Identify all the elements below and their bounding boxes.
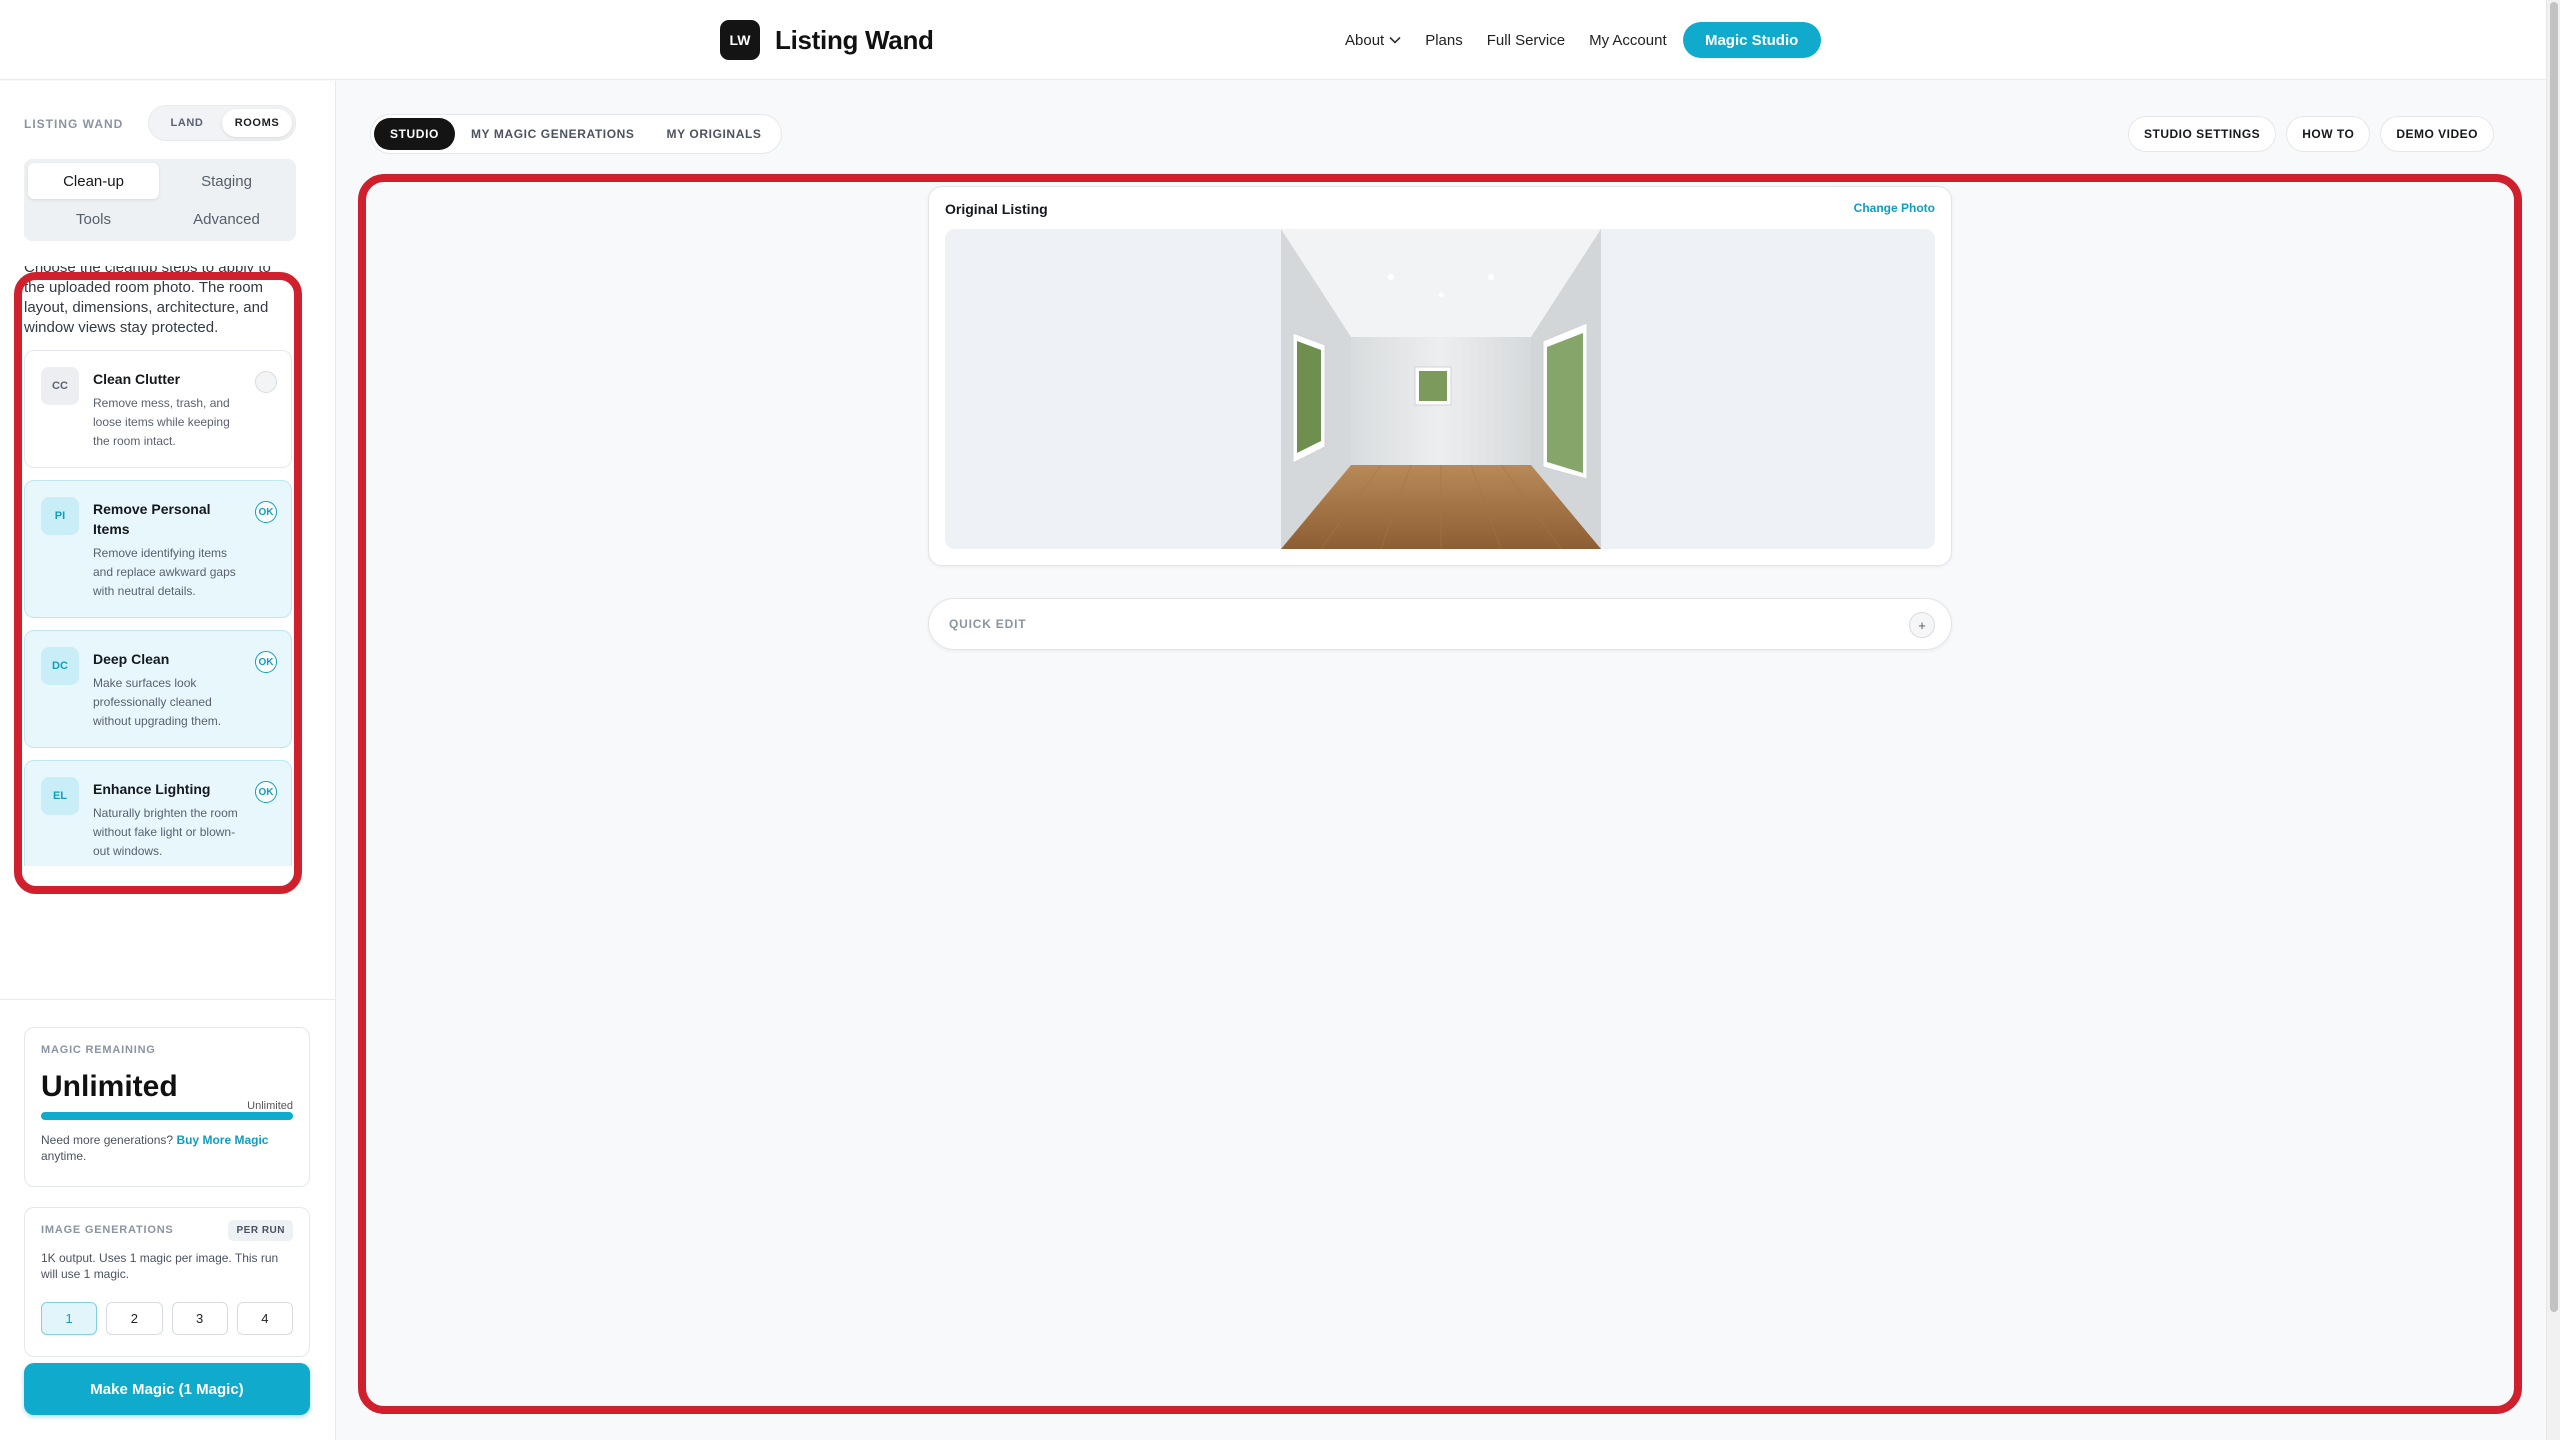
option-description: Naturally brighten the room without fake…: [93, 806, 238, 858]
option-title: Deep Clean: [93, 651, 170, 667]
option-title: Enhance Lighting: [93, 781, 211, 797]
mode-clean-up[interactable]: Clean-up: [28, 163, 159, 199]
land-rooms-toggle[interactable]: LAND ROOMS: [148, 105, 296, 141]
magic-note-text: Need more generations?: [41, 1133, 174, 1147]
magic-remaining-value: Unlimited: [41, 1070, 178, 1103]
plus-icon[interactable]: +: [1909, 612, 1935, 638]
nav-plans[interactable]: Plans: [1425, 32, 1463, 49]
magic-progress-fill: [41, 1112, 293, 1120]
nav-full-service[interactable]: Full Service: [1487, 32, 1565, 49]
studio-settings-button[interactable]: STUDIO SETTINGS: [2128, 116, 2277, 152]
image-generations-card: IMAGE GENERATIONS PER RUN 1K output. Use…: [24, 1207, 310, 1357]
nav-about[interactable]: About: [1345, 32, 1401, 49]
generations-note: 1K output. Uses 1 magic per image. This …: [41, 1251, 279, 1281]
buy-more-magic-link[interactable]: Buy More Magic: [176, 1133, 268, 1147]
toggle-rooms[interactable]: ROOMS: [222, 109, 292, 137]
mode-tabs: Clean-up Staging Tools Advanced: [24, 159, 296, 241]
change-photo-link[interactable]: Change Photo: [1854, 201, 1935, 215]
nav-my-account[interactable]: My Account: [1589, 32, 1667, 49]
sidebar-divider: [0, 999, 336, 1000]
count-option-4[interactable]: 4: [236, 1302, 293, 1335]
quick-edit-bar[interactable]: QUICK EDIT +: [928, 598, 1952, 650]
option-toggle[interactable]: OK: [255, 781, 277, 803]
original-listing-card: Original Listing Change Photo: [928, 186, 1952, 566]
mode-tools[interactable]: Tools: [28, 201, 159, 237]
option-title: Remove Personal Items: [93, 501, 211, 537]
magic-remaining-card: MAGIC REMAINING Unlimited Unlimited Need…: [24, 1027, 310, 1187]
quick-edit-label: QUICK EDIT: [949, 617, 1027, 631]
original-listing-title: Original Listing: [945, 201, 1048, 217]
studio-sidebar: LISTING WAND LAND ROOMS Clean-up Staging…: [0, 81, 336, 1440]
count-option-3[interactable]: 3: [171, 1302, 228, 1335]
magic-progress-bar: [41, 1112, 293, 1120]
option-abbr-badge: PI: [41, 497, 79, 535]
option-toggle[interactable]: OK: [255, 651, 277, 673]
page-scrollbar[interactable]: [2546, 0, 2560, 1440]
top-navigation-bar: LW Listing Wand About Plans Full Service…: [0, 0, 2546, 80]
magic-remaining-label: MAGIC REMAINING: [41, 1044, 156, 1056]
option-enhance-lighting[interactable]: EL OK Enhance Lighting Naturally brighte…: [24, 760, 292, 866]
brand-logo[interactable]: LW: [720, 20, 760, 60]
option-clean-clutter[interactable]: CC Clean Clutter Remove mess, trash, and…: [24, 350, 292, 468]
count-option-1[interactable]: 1: [41, 1302, 98, 1335]
generation-count-selector: 1 2 3 4: [41, 1302, 293, 1335]
photo-preview-area: [945, 229, 1935, 549]
option-toggle[interactable]: [255, 371, 277, 393]
option-title: Clean Clutter: [93, 371, 181, 387]
original-room-photo: [1281, 229, 1601, 549]
option-description: Remove mess, trash, and loose items whil…: [93, 396, 230, 448]
studio-tabs: STUDIO MY MAGIC GENERATIONS MY ORIGINALS: [370, 114, 782, 154]
option-description: Make surfaces look professionally cleane…: [93, 676, 222, 728]
demo-video-button[interactable]: DEMO VIDEO: [2380, 116, 2494, 152]
main-nav: About Plans Full Service My Account Magi…: [1345, 20, 1821, 60]
chevron-down-icon: [1389, 36, 1401, 44]
tab-my-originals[interactable]: MY ORIGINALS: [651, 118, 778, 150]
per-run-badge: PER RUN: [228, 1220, 293, 1241]
cleanup-options-list[interactable]: Choose the cleanup steps to apply to the…: [24, 266, 292, 866]
magic-note: Need more generations? Buy More Magic an…: [41, 1132, 293, 1164]
tab-studio[interactable]: STUDIO: [374, 118, 455, 150]
make-magic-button[interactable]: Make Magic (1 Magic): [24, 1363, 310, 1415]
option-abbr-badge: DC: [41, 647, 79, 685]
option-abbr-badge: CC: [41, 367, 79, 405]
how-to-button[interactable]: HOW TO: [2286, 116, 2371, 152]
magic-remaining-small: Unlimited: [247, 1100, 293, 1112]
count-option-2[interactable]: 2: [106, 1302, 163, 1335]
option-deep-clean[interactable]: DC OK Deep Clean Make surfaces look prof…: [24, 630, 292, 748]
magic-note-suffix: anytime.: [41, 1149, 87, 1163]
tab-my-magic-generations[interactable]: MY MAGIC GENERATIONS: [455, 118, 651, 150]
cleanup-intro: Choose the cleanup steps to apply to the…: [24, 266, 271, 336]
nav-about-label: About: [1345, 31, 1385, 49]
mode-staging[interactable]: Staging: [161, 163, 292, 199]
brand[interactable]: LW Listing Wand: [720, 20, 934, 60]
brand-name[interactable]: Listing Wand: [775, 25, 934, 56]
magic-studio-button[interactable]: Magic Studio: [1682, 22, 1821, 58]
studio-actions: STUDIO SETTINGS HOW TO DEMO VIDEO: [2128, 116, 2494, 152]
mode-advanced[interactable]: Advanced: [161, 201, 292, 237]
option-abbr-badge: EL: [41, 777, 79, 815]
scrollbar-thumb[interactable]: [2550, 2, 2558, 1312]
sidebar-brand-label: LISTING WAND: [24, 117, 124, 131]
toggle-land[interactable]: LAND: [152, 109, 222, 137]
option-remove-personal-items[interactable]: PI OK Remove Personal Items Remove ident…: [24, 480, 292, 618]
option-description: Remove identifying items and replace awk…: [93, 546, 236, 598]
option-toggle[interactable]: OK: [255, 501, 277, 523]
